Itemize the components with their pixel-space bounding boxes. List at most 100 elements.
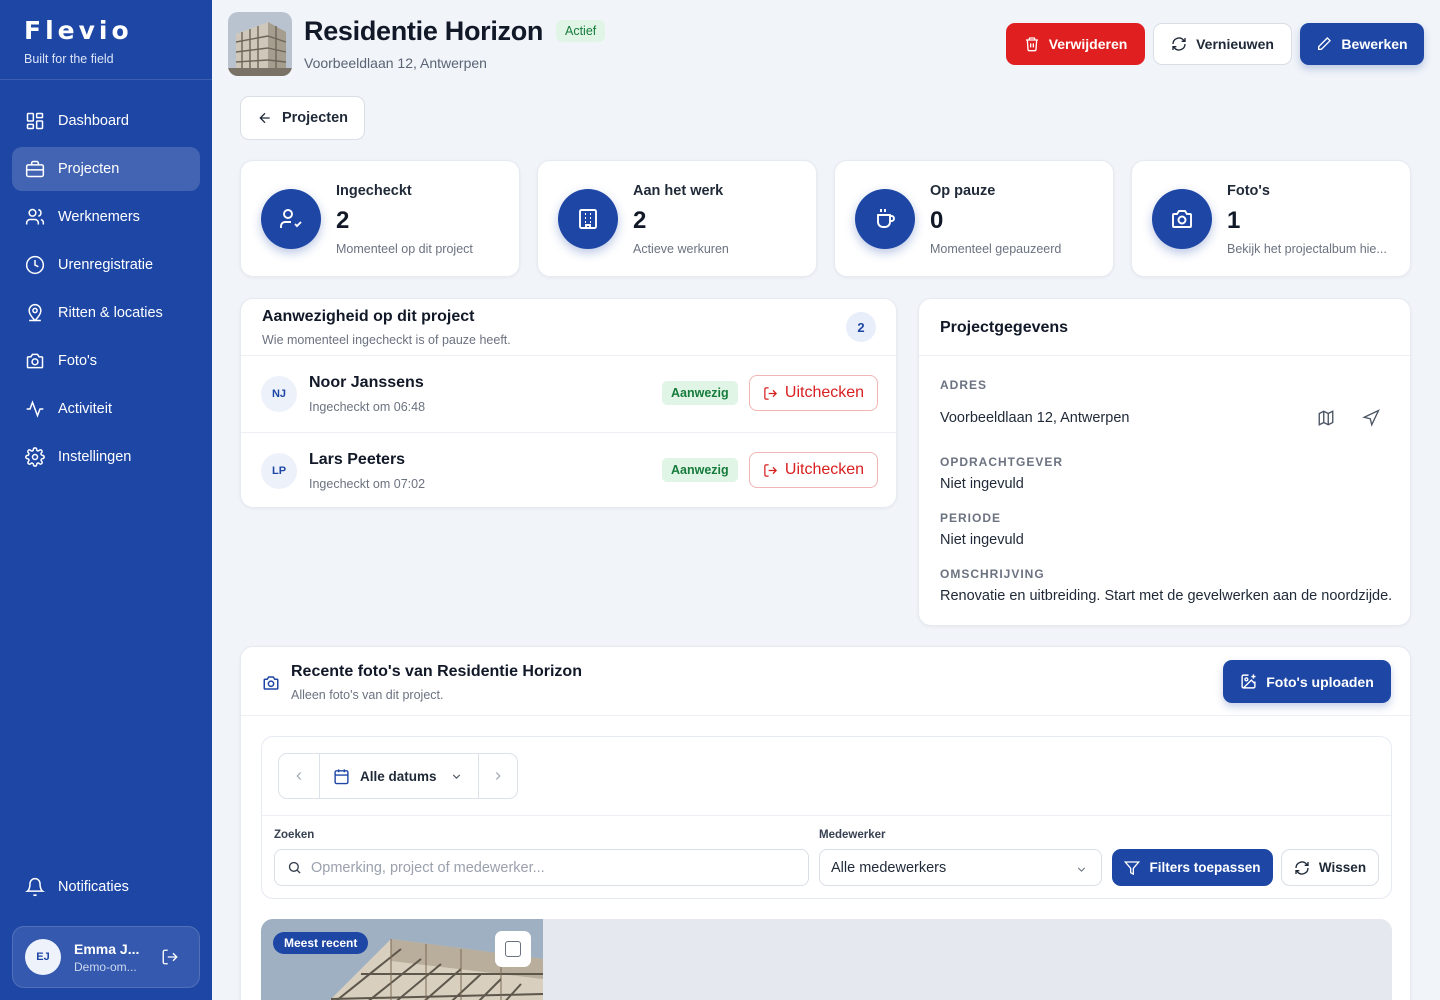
upload-photos-button[interactable]: Foto's uploaden bbox=[1223, 660, 1391, 703]
sidebar-item-label: Werknemers bbox=[58, 209, 140, 225]
divider bbox=[919, 355, 1410, 356]
gear-icon bbox=[24, 446, 46, 468]
search-field bbox=[274, 849, 809, 886]
refresh-button[interactable]: Vernieuwen bbox=[1153, 23, 1292, 65]
employee-name: Lars Peeters bbox=[309, 451, 406, 468]
arrow-left-icon bbox=[257, 110, 282, 126]
status-badge: Actief bbox=[556, 20, 606, 42]
coffee-icon bbox=[855, 189, 915, 249]
attendance-subtitle: Wie momenteel ingecheckt is of pauze hee… bbox=[262, 333, 511, 347]
briefcase-icon bbox=[24, 158, 46, 180]
employee-select-value: Alle medewerkers bbox=[831, 859, 947, 876]
stat-card-op-pauze: Op pauze 0 Momenteel gepauzeerd bbox=[834, 160, 1114, 277]
sidebar-item-dashboard[interactable]: Dashboard bbox=[12, 99, 200, 143]
user-card[interactable]: EJ Emma J... Demo-om... bbox=[12, 926, 200, 988]
sidebar-item-activiteit[interactable]: Activiteit bbox=[12, 387, 200, 431]
photo-select-checkbox[interactable] bbox=[495, 931, 531, 967]
checkout-label: Uitchecken bbox=[784, 384, 865, 401]
sidebar-item-label: Urenregistratie bbox=[58, 257, 154, 273]
refresh-label: Vernieuwen bbox=[1196, 36, 1274, 52]
checkin-time: Ingecheckt om 06:48 bbox=[309, 400, 426, 414]
stat-card-fotos[interactable]: Foto's 1 Bekijk het projectalbum hie... bbox=[1131, 160, 1411, 277]
apply-filters-button[interactable]: Filters toepassen bbox=[1112, 849, 1273, 886]
employee-label: Medewerker bbox=[819, 829, 886, 841]
sidebar-item-werknemers[interactable]: Werknemers bbox=[12, 195, 200, 239]
camera-icon bbox=[262, 674, 280, 692]
grid-icon bbox=[24, 110, 46, 132]
checkout-button[interactable]: Uitchecken bbox=[749, 452, 878, 488]
next-date-button[interactable] bbox=[478, 754, 517, 798]
sidebar-item-notificaties[interactable]: Notificaties bbox=[12, 865, 200, 909]
upload-label: Foto's uploaden bbox=[1266, 673, 1374, 690]
back-button[interactable]: Projecten bbox=[240, 96, 365, 140]
address-value: Voorbeeldlaan 12, Antwerpen bbox=[940, 410, 1130, 426]
most-recent-badge: Meest recent bbox=[273, 932, 369, 954]
refresh-icon bbox=[1171, 36, 1196, 52]
photos-title: Recente foto's van Residentie Horizon bbox=[291, 663, 582, 680]
sidebar-item-label: Activiteit bbox=[58, 401, 112, 417]
sidebar: Flevio Built for the field Dashboard Pro… bbox=[0, 0, 212, 1000]
user-name: Emma J... bbox=[74, 940, 140, 957]
stat-label: Foto's bbox=[1227, 183, 1270, 199]
stat-sub: Momenteel op dit project bbox=[336, 242, 473, 256]
sidebar-item-instellingen[interactable]: Instellingen bbox=[12, 435, 200, 479]
clock-icon bbox=[24, 254, 46, 276]
clear-filters-button[interactable]: Wissen bbox=[1281, 849, 1379, 886]
map-icon[interactable] bbox=[1317, 409, 1335, 427]
calendar-icon bbox=[333, 768, 350, 785]
navigation-icon[interactable] bbox=[1362, 409, 1380, 427]
sidebar-divider bbox=[0, 79, 212, 80]
sidebar-item-projecten[interactable]: Projecten bbox=[12, 147, 200, 191]
recent-photos-card: Recente foto's van Residentie Horizon Al… bbox=[240, 646, 1411, 1000]
checkin-time: Ingecheckt om 07:02 bbox=[309, 477, 426, 491]
sidebar-item-label: Notificaties bbox=[58, 879, 129, 895]
photo-thumbnail[interactable]: Meest recent bbox=[261, 919, 543, 1000]
employee-select[interactable]: Alle medewerkers bbox=[819, 849, 1102, 886]
logout-icon bbox=[763, 386, 785, 401]
photo-filter-panel: Alle datums Zoeken Medewerker Alle medew… bbox=[261, 736, 1392, 899]
user-role: Demo-om... bbox=[74, 959, 137, 974]
sidebar-item-label: Instellingen bbox=[58, 449, 132, 465]
client-value: Niet ingevuld bbox=[940, 476, 1024, 492]
attendance-count-badge: 2 bbox=[846, 312, 876, 342]
brand-tagline: Built for the field bbox=[24, 52, 114, 66]
sidebar-item-label: Dashboard bbox=[58, 113, 129, 129]
photo-gallery: Meest recent bbox=[261, 919, 1392, 1000]
divider bbox=[262, 815, 1391, 816]
stat-card-aan-het-werk: Aan het werk 2 Actieve werkuren bbox=[537, 160, 817, 277]
project-details-card: Projectgegevens ADRES Voorbeeldlaan 12, … bbox=[918, 298, 1411, 626]
previous-date-button[interactable] bbox=[279, 754, 320, 798]
date-filter-dropdown[interactable]: Alle datums bbox=[320, 754, 478, 798]
sidebar-item-fotos[interactable]: Foto's bbox=[12, 339, 200, 383]
project-address: Voorbeeldlaan 12, Antwerpen bbox=[304, 55, 487, 71]
sidebar-item-ritten[interactable]: Ritten & locaties bbox=[12, 291, 200, 335]
search-label: Zoeken bbox=[274, 829, 315, 841]
stat-label: Op pauze bbox=[930, 183, 996, 199]
users-icon bbox=[24, 206, 46, 228]
logout-icon bbox=[763, 463, 785, 478]
stat-label: Ingecheckt bbox=[336, 183, 412, 199]
back-label: Projecten bbox=[281, 110, 349, 126]
camera-icon bbox=[1152, 189, 1212, 249]
delete-button[interactable]: Verwijderen bbox=[1006, 23, 1145, 65]
presence-badge: Aanwezig bbox=[662, 458, 738, 482]
pencil-icon bbox=[1316, 36, 1341, 52]
trash-icon bbox=[1024, 36, 1049, 52]
chevron-left-icon bbox=[292, 769, 306, 783]
search-icon bbox=[287, 860, 302, 875]
delete-label: Verwijderen bbox=[1048, 36, 1128, 52]
brand-name: Flevio bbox=[24, 16, 133, 45]
sidebar-item-label: Foto's bbox=[58, 353, 98, 369]
avatar: EJ bbox=[25, 939, 61, 975]
search-input[interactable] bbox=[311, 859, 791, 876]
stat-sub: Bekijk het projectalbum hie... bbox=[1227, 242, 1387, 256]
checkout-button[interactable]: Uitchecken bbox=[749, 375, 878, 411]
user-info: Emma J... Demo-om... bbox=[74, 941, 154, 974]
logout-icon[interactable] bbox=[161, 948, 179, 966]
edit-button[interactable]: Bewerken bbox=[1300, 23, 1424, 65]
sidebar-item-urenregistratie[interactable]: Urenregistratie bbox=[12, 243, 200, 287]
chevron-down-icon bbox=[450, 770, 463, 783]
clear-filters-label: Wissen bbox=[1318, 860, 1367, 875]
date-filter-label: Alle datums bbox=[360, 768, 437, 784]
stat-value: 2 bbox=[633, 207, 647, 234]
